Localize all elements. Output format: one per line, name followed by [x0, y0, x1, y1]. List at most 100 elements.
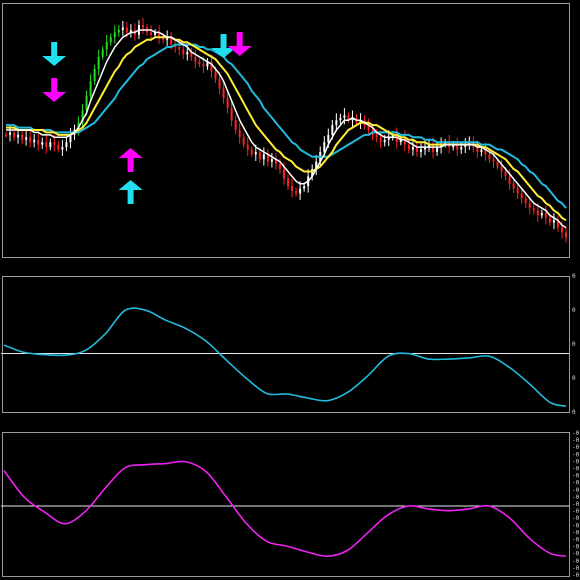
candle-body	[246, 144, 249, 150]
candle-body	[89, 81, 92, 96]
candle-body	[97, 56, 100, 69]
candle-body	[331, 125, 334, 135]
signal-down-arrow	[42, 42, 67, 66]
candle-body	[258, 151, 261, 160]
candle-body	[113, 32, 116, 38]
indicator-2-tick-label: -0	[572, 444, 580, 451]
candle-body	[552, 220, 555, 223]
candle-body	[496, 161, 499, 167]
ma-mid-line	[6, 36, 567, 222]
candle-body	[544, 212, 547, 218]
candle-body	[520, 193, 523, 199]
candle-body	[202, 64, 205, 67]
indicator-2-tick-label: -0	[572, 508, 580, 515]
indicator-2-tick-label: -0	[572, 537, 580, 544]
chart-canvas: 00000 -0-0-0-0-0-0-0-0-0-0-0-0-0-0-0-0-0…	[1, 3, 580, 579]
indicator-2-tick-label: -0	[572, 466, 580, 473]
candle-body	[379, 137, 382, 143]
indicator-2-tick-label: -0	[572, 437, 580, 444]
candle-body	[492, 159, 495, 162]
candle-body	[234, 120, 237, 130]
candle-body	[343, 115, 346, 118]
indicator-2-panel-frame	[2, 432, 570, 577]
ma-slow-line	[6, 43, 567, 209]
candle-body	[65, 142, 68, 148]
candle-body	[238, 130, 241, 138]
candle-body	[532, 208, 535, 211]
candle-body	[411, 147, 414, 150]
candle-body	[105, 42, 108, 50]
price-panel-frame	[2, 3, 570, 258]
indicator-2-tick-label: -0	[572, 544, 580, 551]
candle-body	[250, 149, 253, 155]
candle-body	[540, 212, 543, 216]
candle-body	[109, 37, 112, 43]
candle-body	[512, 183, 515, 189]
indicator-2-panel: -0-0-0-0-0-0-0-0-0-0-0-0-0-0-0-0-0-0-0-0…	[1, 430, 580, 579]
indicator-2-tick-label: -0	[572, 565, 580, 572]
indicator-1-panel-frame	[2, 276, 570, 413]
candle-body	[117, 29, 120, 33]
indicator-2-tick-label: -0	[572, 458, 580, 465]
indicator-2-tick-label: -0	[572, 494, 580, 501]
candle-body	[214, 71, 217, 79]
candle-body	[460, 147, 463, 150]
candle-body	[528, 203, 531, 209]
indicator-1-line	[3, 307, 567, 408]
candle-body	[299, 188, 302, 194]
candle-body	[407, 144, 410, 150]
indicator-2-tick-label: -0	[572, 430, 580, 437]
signal-down-arrow	[227, 32, 252, 56]
candle-body	[536, 210, 539, 216]
candle-body	[254, 151, 257, 155]
candle-body	[61, 147, 64, 150]
candle-body	[5, 134, 7, 137]
candle-body	[53, 142, 56, 145]
candle-body	[150, 32, 153, 35]
candle-body	[516, 188, 519, 194]
candle-body	[37, 139, 40, 145]
candle-body	[13, 132, 16, 138]
price-panel	[5, 17, 567, 243]
candle-body	[488, 154, 491, 160]
indicator-1-tick-label: 0	[572, 273, 576, 280]
candle-body	[432, 144, 435, 152]
indicator-2-tick-label: -0	[572, 529, 580, 536]
candle-body	[565, 232, 567, 238]
indicator-2-tick-label: -0	[572, 451, 580, 458]
indicator-2-tick-label: -0	[572, 572, 580, 579]
candle-body	[182, 49, 185, 55]
indicator-2-tick-label: -0	[572, 473, 580, 480]
indicator-2-line	[3, 460, 567, 557]
signal-up-arrow	[118, 148, 143, 172]
indicator-2-tick-label: -0	[572, 551, 580, 558]
candle-body	[548, 217, 551, 223]
candle-body	[291, 186, 294, 191]
candle-body	[218, 78, 221, 89]
candle-body	[49, 142, 52, 148]
candle-body	[33, 139, 36, 143]
candle-body	[524, 198, 527, 204]
candle-body	[560, 227, 563, 233]
indicator-1-tick-label: 0	[572, 307, 576, 314]
candle-body	[57, 144, 60, 150]
candle-body	[141, 25, 144, 28]
candle-body	[178, 47, 181, 50]
candle-body	[222, 88, 225, 99]
candle-body	[419, 149, 422, 152]
candle-body	[121, 27, 124, 30]
candle-body	[9, 132, 12, 135]
candle-body	[270, 159, 273, 162]
candle-body	[508, 176, 511, 184]
candle-body	[194, 56, 197, 62]
indicator-1-tick-label: 0	[572, 375, 576, 382]
indicator-2-tick-label: -0	[572, 487, 580, 494]
candle-body	[93, 69, 96, 82]
candle-body	[85, 95, 88, 111]
candle-body	[226, 98, 229, 109]
candle-body	[262, 154, 265, 160]
candle-body	[125, 27, 128, 33]
candle-body	[375, 134, 378, 138]
candle-body	[295, 191, 298, 194]
candle-body	[45, 142, 48, 148]
